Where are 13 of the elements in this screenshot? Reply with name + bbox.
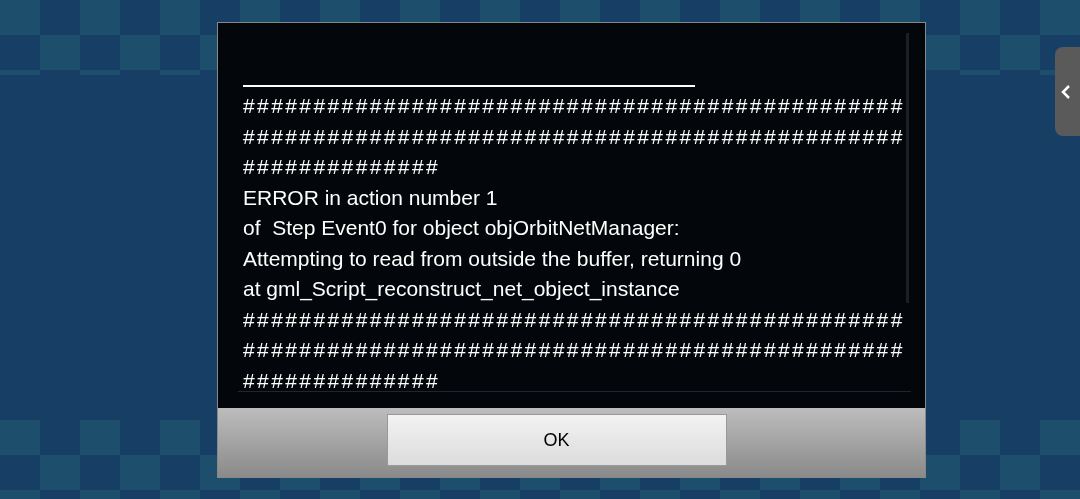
chevron-left-icon [1060, 83, 1072, 100]
separator-text: ############################################### [243, 93, 906, 119]
error-message-line: Attempting to read from outside the buffer, returning 0 [243, 245, 743, 272]
side-panel-tab[interactable] [1055, 47, 1080, 136]
error-message-line: of Step Event0 for object objOrbitNetManager: [243, 215, 681, 241]
ok-button[interactable]: OK [386, 414, 727, 466]
separator-text: ############## [243, 154, 442, 180]
separator-text: ############################################### [243, 123, 906, 150]
separator-text: ############################################### [243, 337, 906, 363]
error-message-line: ERROR in action number 1 [243, 184, 499, 211]
error-message-line: at gml_Script_reconstruct_net_object_instance [243, 276, 681, 303]
separator-text: ############## [243, 367, 442, 394]
separator-text: ############################################### [243, 306, 906, 333]
